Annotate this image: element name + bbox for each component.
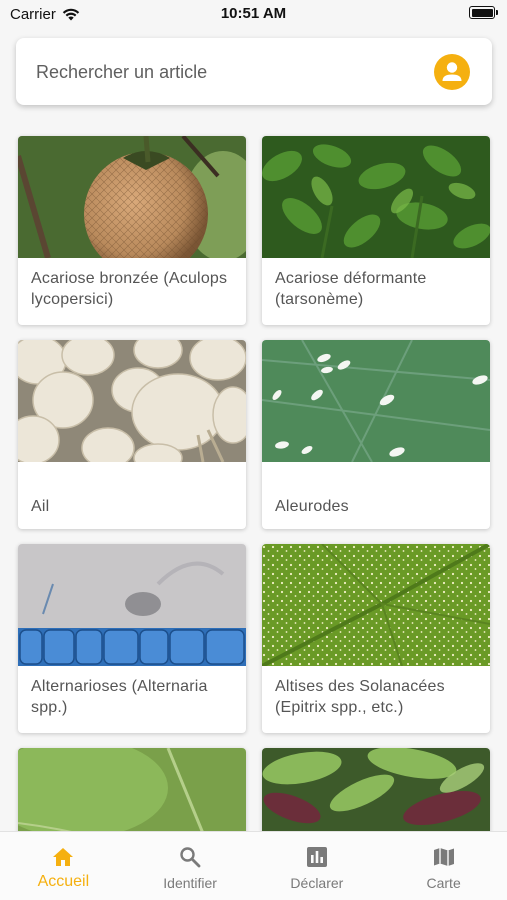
article-image xyxy=(262,136,490,258)
home-icon xyxy=(53,848,74,866)
article-title: Aleurodes xyxy=(275,498,349,515)
article-card[interactable]: Acariose déformante (tarsonème) xyxy=(262,136,490,325)
chart-icon xyxy=(306,847,327,867)
article-image xyxy=(262,544,490,666)
map-icon xyxy=(433,848,454,866)
app-screen: Carrier 10:51 AM Rechercher un article A… xyxy=(0,0,507,900)
article-card[interactable]: Aleurodes xyxy=(262,340,490,529)
article-image xyxy=(18,136,246,258)
article-image xyxy=(18,340,246,462)
article-title: Altises des Solanacées (Epitrix spp., et… xyxy=(275,678,445,716)
status-bar: Carrier 10:51 AM xyxy=(0,0,507,30)
article-image xyxy=(18,544,246,666)
tab-label: Déclarer xyxy=(290,875,344,891)
tab-label: Carte xyxy=(426,875,461,891)
search-bar xyxy=(16,38,492,107)
article-title: Acariose déformante (tarsonème) xyxy=(275,270,427,308)
article-card[interactable]: Ail xyxy=(18,340,246,529)
article-title: Alternarioses (Alternaria spp.) xyxy=(31,678,208,716)
tab-label: Identifier xyxy=(163,875,217,891)
bottom-tab-bar: Accueil Identifier Déclarer Carte xyxy=(0,831,507,900)
article-card[interactable]: Alternarioses (Alternaria spp.) xyxy=(18,544,246,733)
article-title: Acariose bronzée (Aculops lycopersici) xyxy=(31,270,228,308)
search-icon xyxy=(180,847,201,868)
profile-icon[interactable] xyxy=(434,54,470,90)
article-card[interactable]: Acariose bronzée (Aculops lycopersici) xyxy=(18,136,246,325)
tab-accueil[interactable]: Accueil xyxy=(0,832,127,900)
battery-icon xyxy=(469,6,498,19)
status-right xyxy=(469,6,498,19)
status-time: 10:51 AM xyxy=(220,5,287,22)
article-title: Ail xyxy=(31,498,50,515)
tab-label: Accueil xyxy=(37,873,90,890)
article-image xyxy=(262,340,490,462)
tab-carte[interactable]: Carte xyxy=(380,832,507,900)
article-card[interactable]: Altises des Solanacées (Epitrix spp., et… xyxy=(262,544,490,733)
tab-identifier[interactable]: Identifier xyxy=(127,832,254,900)
tab-declarer[interactable]: Déclarer xyxy=(254,832,381,900)
search-input[interactable] xyxy=(34,38,418,107)
